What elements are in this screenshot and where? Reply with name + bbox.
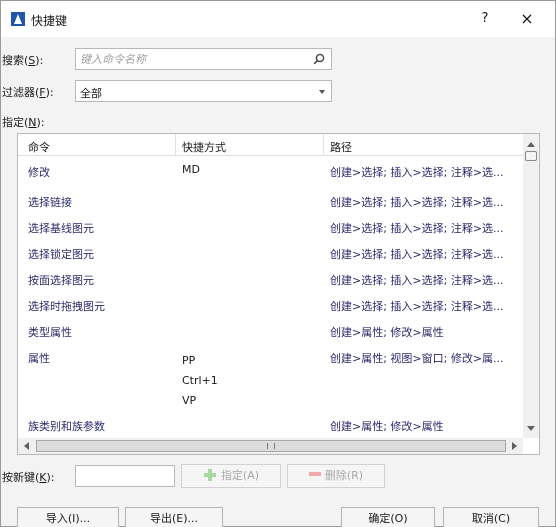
column-divider[interactable] [175, 134, 176, 156]
help-button[interactable]: ? [475, 9, 495, 29]
cancel-button[interactable]: 取消(C) [443, 507, 539, 527]
column-header-command[interactable]: 命令 [28, 139, 50, 155]
shortcut-cell: VP [182, 394, 197, 407]
shortcut-cell: Ctrl+1 [182, 374, 218, 387]
command-cell: 选择时拖拽图元 [28, 300, 105, 313]
search-label: 搜索(S): [2, 54, 44, 67]
remove-button[interactable]: 删除(R) [287, 464, 385, 488]
close-button[interactable]: × [517, 9, 537, 29]
command-cell: 族类别和族参数 [28, 420, 105, 433]
revit-app-icon [11, 12, 25, 26]
scroll-down-arrow-icon[interactable] [527, 426, 535, 431]
search-field[interactable] [75, 48, 332, 70]
plus-icon [203, 468, 217, 482]
assign-button-label: 指定(A) [220, 469, 260, 482]
path-cell: 创建>选择; 插入>选择; 注释>选... [330, 248, 504, 261]
column-header-shortcut[interactable]: 快捷方式 [182, 139, 226, 155]
path-cell: 创建>属性; 视图>窗口; 修改>属... [330, 352, 504, 365]
horizontal-scrollbar[interactable] [18, 438, 523, 454]
remove-button-label: 删除(R) [324, 469, 364, 482]
table-body: 修改 MD 创建>选择; 插入>选择; 注释>选... 选择链接 创建>选择; … [18, 156, 523, 438]
path-cell: 创建>属性; 修改>属性 [330, 420, 444, 433]
path-cell: 创建>选择; 插入>选择; 注释>选... [330, 196, 504, 209]
shortcut-cell: MD [182, 163, 200, 176]
vertical-scrollbar[interactable] [523, 134, 539, 438]
ok-button[interactable]: 确定(O) [341, 507, 435, 527]
new-key-label: 按新键(K): [2, 471, 55, 484]
command-cell: 按面选择图元 [28, 274, 94, 287]
export-button[interactable]: 导出(E)... [125, 507, 223, 527]
scroll-grip-icon [267, 443, 275, 449]
path-cell: 创建>选择; 插入>选择; 注释>选... [330, 300, 504, 313]
shortcut-cell: PP [182, 354, 196, 367]
filter-label: 过滤器(F): [2, 86, 54, 99]
new-key-input[interactable] [75, 465, 175, 487]
filter-value: 全部 [80, 87, 102, 100]
scroll-right-arrow-icon[interactable] [512, 442, 517, 450]
import-button[interactable]: 导入(I)... [17, 507, 119, 527]
shortcut-keys-dialog: 快捷键 ? × 搜索(S): 过滤器(F): 全部 指定(N): 命令 快捷方式… [0, 0, 556, 527]
filter-select[interactable]: 全部 [75, 80, 332, 102]
title-bar: 快捷键 ? × [1, 1, 555, 37]
minus-icon [308, 472, 321, 476]
vertical-scroll-thumb[interactable] [525, 151, 537, 161]
path-cell: 创建>选择; 插入>选择; 注释>选... [330, 166, 504, 179]
command-cell: 属性 [28, 352, 50, 365]
column-header-path[interactable]: 路径 [330, 139, 352, 155]
search-icon[interactable] [313, 53, 325, 65]
scroll-left-arrow-icon[interactable] [24, 442, 29, 450]
search-input[interactable] [80, 51, 300, 67]
chevron-down-icon[interactable] [319, 90, 325, 94]
command-cell: 类型属性 [28, 326, 72, 339]
assign-section-label: 指定(N): [2, 116, 45, 129]
command-cell: 选择链接 [28, 196, 72, 209]
command-cell: 选择基线图元 [28, 222, 94, 235]
command-cell: 选择锁定图元 [28, 248, 94, 261]
assign-button[interactable]: 指定(A) [181, 464, 281, 488]
path-cell: 创建>选择; 插入>选择; 注释>选... [330, 274, 504, 287]
scroll-up-arrow-icon[interactable] [527, 142, 535, 147]
column-divider[interactable] [323, 134, 324, 156]
dialog-title: 快捷键 [31, 14, 68, 28]
shortcuts-table: 命令 快捷方式 路径 修改 MD 创建>选择; 插入>选择; 注释>选... 选… [17, 133, 540, 455]
path-cell: 创建>选择; 插入>选择; 注释>选... [330, 222, 504, 235]
path-cell: 创建>属性; 修改>属性 [330, 326, 444, 339]
table-header: 命令 快捷方式 路径 [18, 134, 523, 156]
command-cell: 修改 [28, 166, 50, 179]
horizontal-scroll-thumb[interactable] [36, 440, 506, 452]
